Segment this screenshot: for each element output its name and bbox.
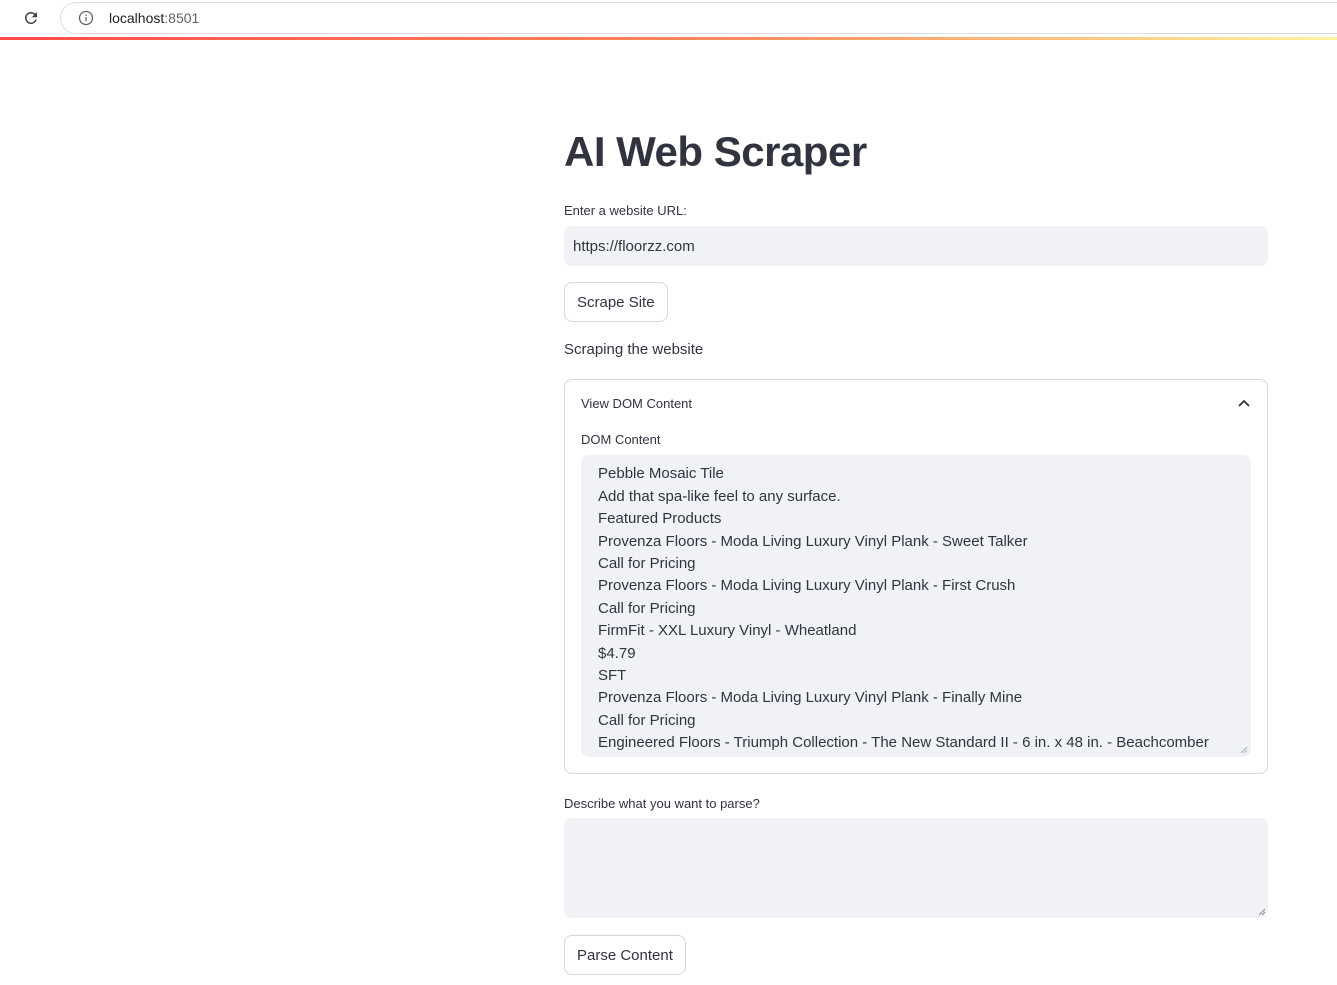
dom-content-textarea[interactable]: Pebble Mosaic Tile Add that spa-like feel… [581,455,1251,757]
chevron-up-icon[interactable] [1237,396,1251,410]
dom-content-label: DOM Content [581,432,661,447]
dom-content-line: FirmFit - XXL Luxury Vinyl - Wheatland [598,622,857,640]
dom-content-line: Pebble Mosaic Tile [598,465,724,483]
url-field-label: Enter a website URL: [564,203,687,218]
status-text: Scraping the website [564,341,704,358]
page-title: AI Web Scraper [564,128,867,175]
dom-content-line: Featured Products [598,510,722,528]
dom-content-line: Provenza Floors - Moda Living Luxury Vin… [598,532,1028,550]
parse-content-button[interactable]: Parse Content [564,935,686,975]
dom-content-expander: View DOM Content DOM Content Pebble Mosa… [564,379,1268,774]
expander-header[interactable]: View DOM Content [565,380,1267,426]
url-input[interactable] [564,226,1268,266]
dom-content-line: Call for Pricing [598,711,696,729]
dom-content-line-clipped [598,455,1209,463]
dom-content-line: Provenza Floors - Moda Living Luxury Vin… [598,689,1023,707]
dom-content-text: Pebble Mosaic Tile Add that spa-like feel… [598,455,1209,755]
browser-toolbar: localhost:8501 [0,0,1337,40]
address-url: localhost:8501 [109,10,199,26]
scrape-site-button[interactable]: Scrape Site [564,282,668,322]
dom-content-line: Call for Pricing [598,599,696,617]
address-bar[interactable]: localhost:8501 [60,2,1337,34]
resize-grip-icon[interactable] [1240,746,1248,754]
site-info-icon[interactable] [77,9,95,27]
parse-field-label: Describe what you want to parse? [564,796,760,811]
expander-title: View DOM Content [581,395,693,411]
dom-content-line: SFT [598,667,627,685]
header-decoration-line [0,37,1337,40]
address-port: :8501 [164,10,200,26]
dom-content-line: Add that spa-like feel to any surface. [598,487,841,505]
reload-icon[interactable] [19,6,43,30]
dom-content-line: Engineered Floors - Triumph Collection -… [598,734,1209,752]
dom-content-line: Call for Pricing [598,555,696,573]
parse-description-textarea[interactable] [564,818,1268,918]
dom-content-line: Provenza Floors - Moda Living Luxury Vin… [598,577,1016,595]
dom-content-line: $4.79 [598,644,636,662]
address-host: localhost [109,10,165,26]
resize-grip-icon[interactable] [1258,908,1266,916]
